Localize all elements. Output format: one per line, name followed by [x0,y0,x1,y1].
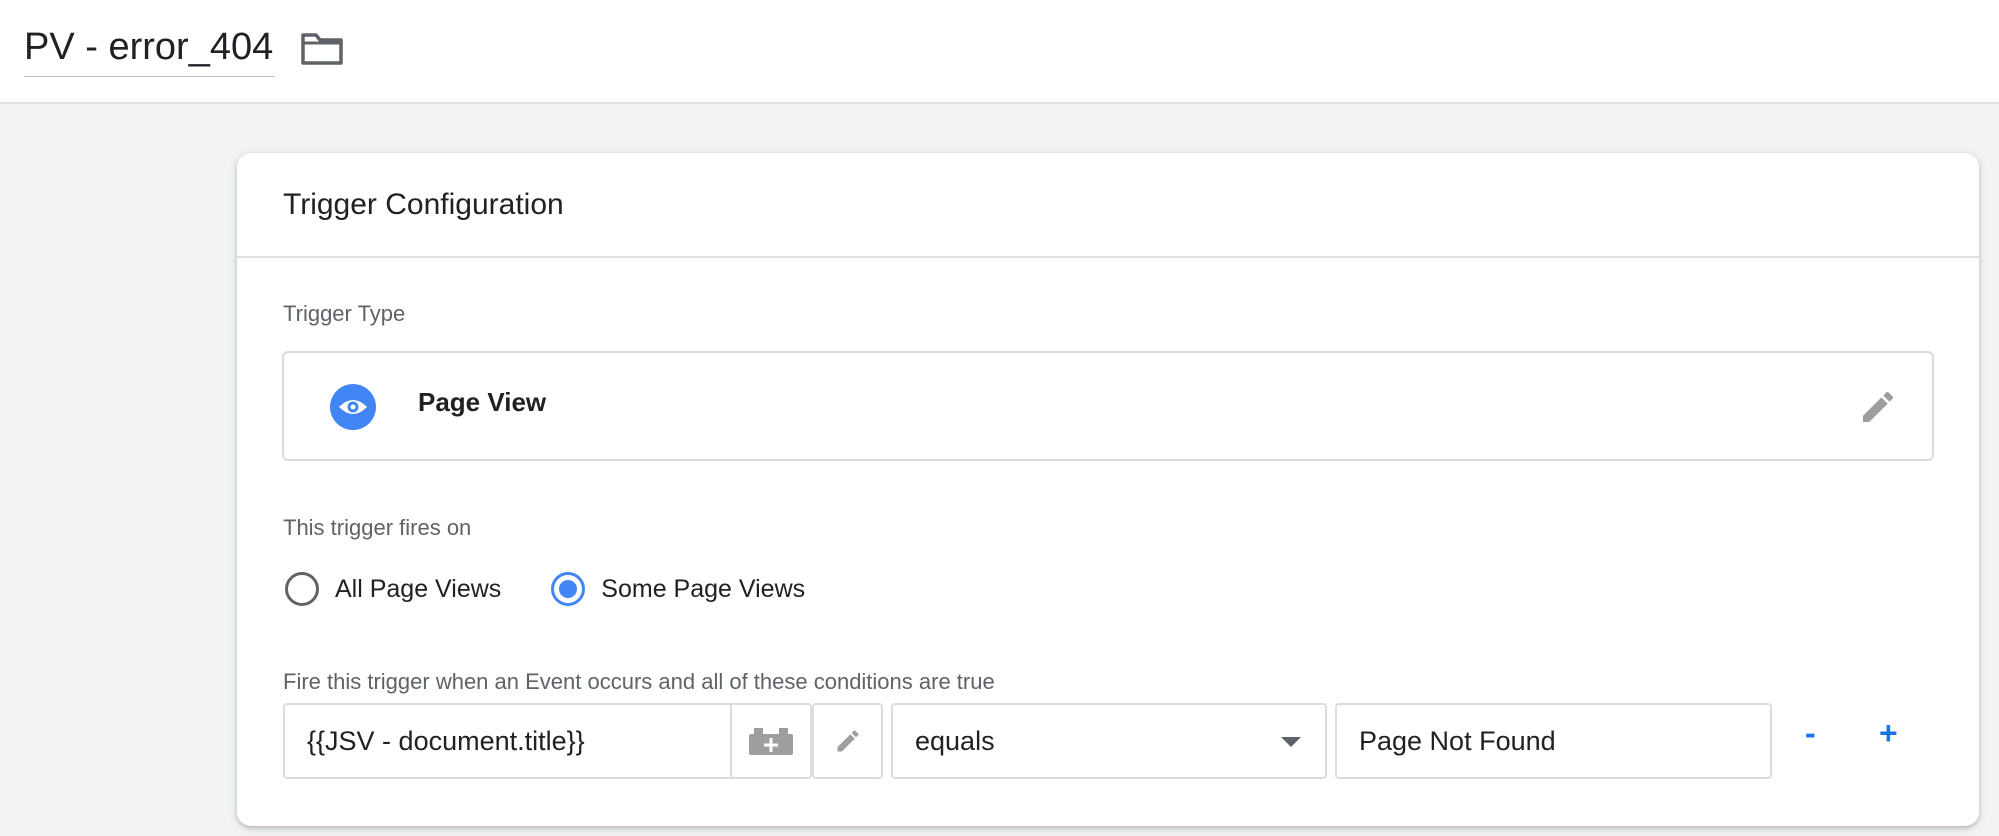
radio-some-page-views[interactable]: Some Page Views [551,572,805,606]
pencil-icon [837,730,859,752]
condition-value: Page Not Found [1359,725,1556,756]
trigger-type-label: Trigger Type [283,301,406,326]
trigger-name-field[interactable]: PV - error_404 [24,18,276,77]
card-title: Trigger Configuration [283,187,564,221]
variable-value: {{JSV - document.title}} [307,725,585,756]
remove-condition-button[interactable]: - [1805,715,1816,752]
chevron-down-icon [1281,737,1301,747]
radio-label: All Page Views [335,574,502,603]
radio-checked-icon [551,572,586,606]
card-header: Trigger Configuration [237,153,1979,258]
conditions-label: Fire this trigger when an Event occurs a… [283,669,995,694]
top-bar: PV - error_404 [0,0,1999,104]
fires-on-radio-group: All Page Views Some Page Views [285,567,805,611]
add-condition-button[interactable]: + [1879,715,1898,752]
folder-icon[interactable] [300,30,344,66]
operator-value: equals [915,725,995,756]
radio-unchecked-icon [285,572,319,606]
operator-select[interactable]: equals [891,703,1327,779]
eye-icon [330,384,376,430]
trigger-configuration-card: Trigger Configuration Trigger Type Page … [237,153,1979,826]
variable-edit-button[interactable] [812,703,883,779]
fires-on-label: This trigger fires on [283,515,472,540]
value-input[interactable]: Page Not Found [1335,703,1772,779]
radio-label: Some Page Views [601,574,806,603]
radio-all-page-views[interactable]: All Page Views [285,572,501,606]
lego-block-icon [749,728,793,755]
trigger-type-name: Page View [418,387,547,417]
edit-pencil-icon[interactable] [1858,387,1898,427]
variable-field[interactable]: {{JSV - document.title}} [283,703,812,779]
trigger-type-selector[interactable]: Page View [282,351,1934,461]
variable-picker-button[interactable] [730,705,810,777]
